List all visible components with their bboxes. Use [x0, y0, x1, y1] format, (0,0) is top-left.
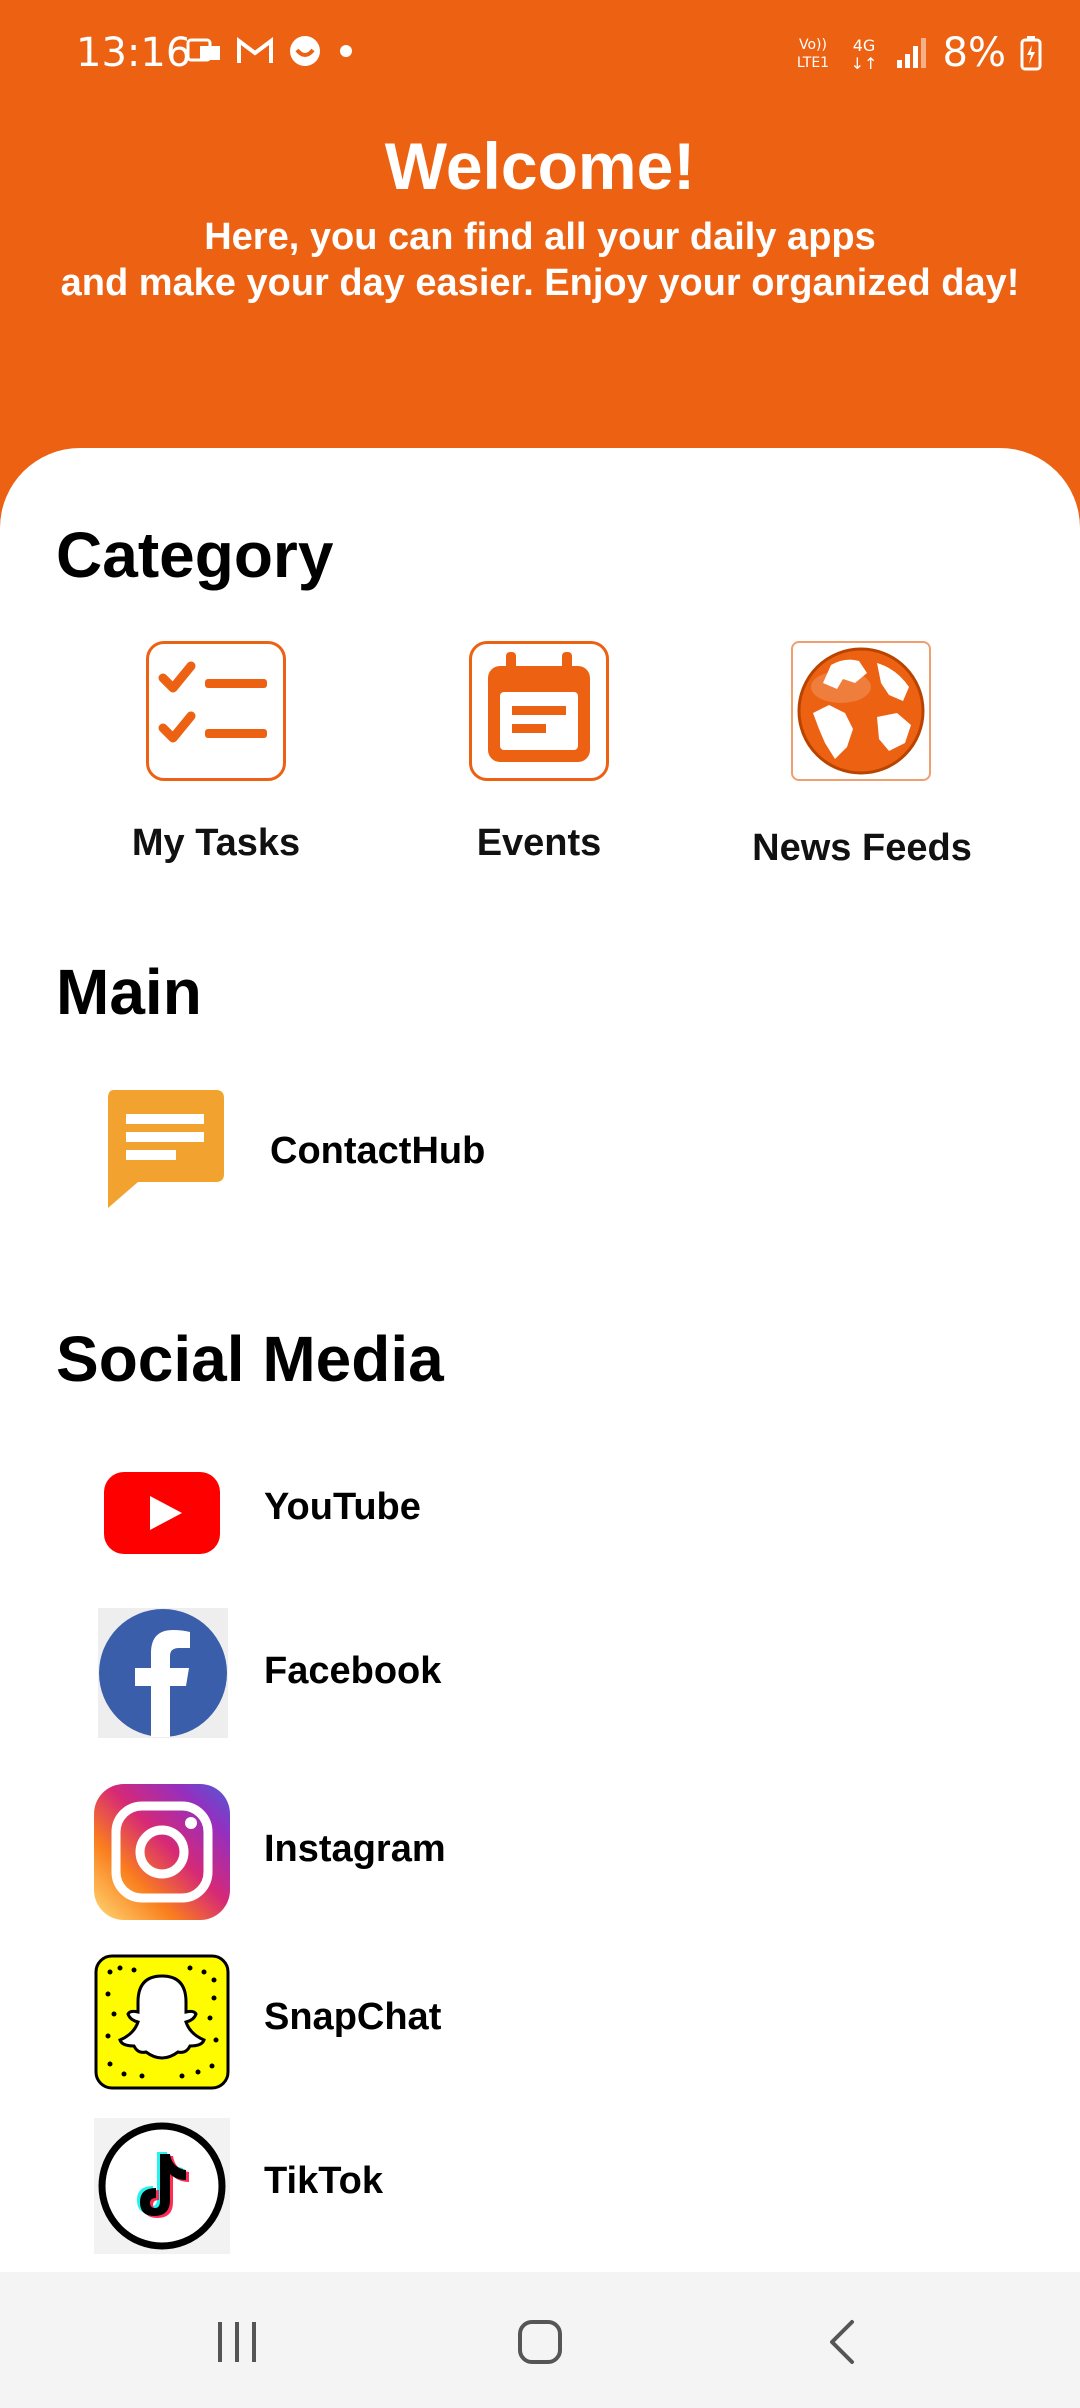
system-navigation-bar — [0, 2272, 1080, 2408]
youtube-icon — [104, 1472, 220, 1554]
svg-text:↓↑: ↓↑ — [850, 54, 877, 71]
more-notifications-dot-icon — [340, 45, 352, 57]
snapchat-label: SnapChat — [264, 1996, 442, 2038]
status-time: 13:16 — [76, 30, 192, 76]
events-tile[interactable] — [469, 641, 609, 781]
youtube-label: YouTube — [264, 1486, 421, 1528]
battery-charging-icon — [1020, 36, 1042, 71]
system-icons: Vo)) LTE1 4G ↓↑ 8% — [793, 30, 1042, 76]
back-icon[interactable] — [822, 2316, 862, 2368]
globe-icon — [797, 647, 925, 775]
home-icon[interactable] — [514, 2316, 566, 2368]
news-feeds-label: News Feeds — [752, 827, 972, 869]
tiktok-icon — [94, 2118, 230, 2254]
instagram-icon — [94, 1784, 230, 1920]
category-section-title: Category — [56, 519, 334, 591]
chat-bubble-icon — [108, 1090, 224, 1208]
calendar-icon — [488, 652, 590, 762]
volte-icon: Vo)) LTE1 — [796, 37, 828, 71]
tiktok-label: TikTok — [264, 2160, 383, 2202]
welcome-title: Welcome! — [384, 129, 696, 203]
gmail-icon — [237, 37, 273, 63]
status-bar: 13:16 Vo)) LTE1 4G ↓↑ 8% — [0, 0, 1080, 110]
facebook-label: Facebook — [264, 1650, 442, 1692]
app-notification-icon — [290, 36, 320, 66]
contacthub-label: ContactHub — [270, 1130, 486, 1172]
battery-percentage: 8% — [942, 30, 1006, 76]
recent-apps-icon[interactable] — [212, 2316, 262, 2366]
news-feeds-tile[interactable] — [791, 641, 931, 781]
welcome-subtitle-line-2: and make your day easier. Enjoy your org… — [60, 262, 1020, 304]
svg-text:LTE1: LTE1 — [796, 55, 828, 71]
welcome-subtitle-line-1: Here, you can find all your daily apps — [204, 216, 876, 258]
my-tasks-label: My Tasks — [131, 822, 301, 864]
svg-text:Vo)): Vo)) — [799, 37, 827, 53]
svg-text:4G: 4G — [852, 36, 875, 55]
message-notification-icon — [186, 38, 220, 62]
notification-icons — [186, 34, 356, 68]
snapchat-icon — [94, 1954, 230, 2090]
social-media-section-title: Social Media — [56, 1323, 444, 1395]
events-label: Events — [476, 822, 602, 864]
instagram-label: Instagram — [264, 1828, 446, 1870]
checklist-icon — [158, 661, 267, 743]
facebook-icon — [98, 1608, 228, 1738]
main-section-title: Main — [56, 956, 202, 1028]
network-4g-icon: 4G ↓↑ — [850, 36, 877, 71]
signal-icon — [896, 38, 926, 68]
my-tasks-tile[interactable] — [146, 641, 286, 781]
